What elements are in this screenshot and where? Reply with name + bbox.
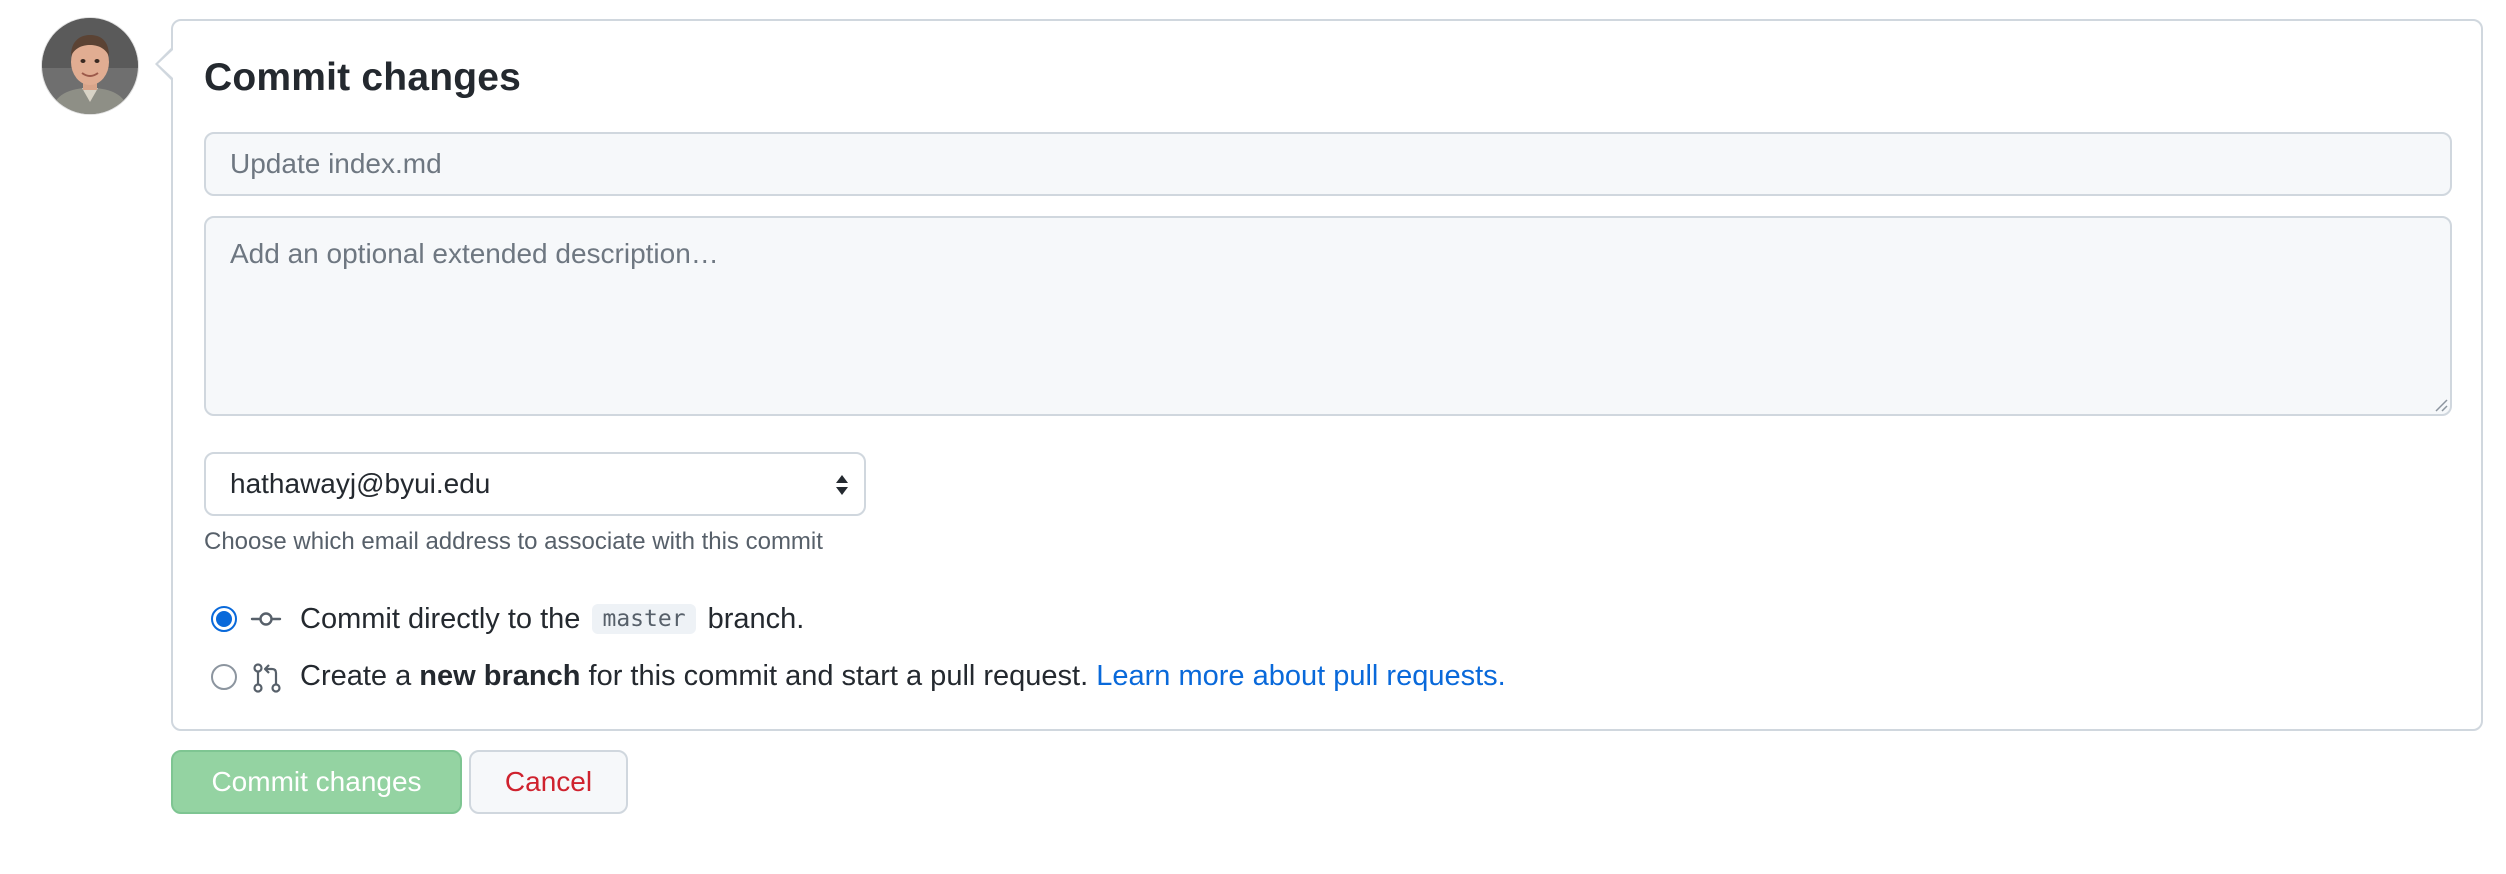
new-branch-radio[interactable] [211, 664, 237, 690]
email-help-text: Choose which email address to associate … [204, 528, 823, 555]
git-commit-icon [250, 612, 282, 626]
git-pull-request-icon [253, 663, 281, 693]
new-branch-text: Create a [300, 660, 412, 692]
commit-direct-text: Commit directly to the [300, 603, 581, 635]
email-select[interactable]: hathawayj@byui.edu [204, 452, 866, 516]
commit-direct-text-after: branch. [707, 603, 805, 635]
new-branch-bold: new branch [419, 660, 581, 692]
panel-caret-fill [158, 50, 173, 78]
select-arrows-icon [836, 475, 848, 495]
user-avatar-photo-icon [42, 18, 138, 114]
email-select-value: hathawayj@byui.edu [230, 468, 491, 499]
branch-name: master [592, 604, 696, 634]
new-branch-text-after: for this commit and start a pull request… [588, 660, 1089, 692]
commit-description-textarea[interactable] [204, 216, 2452, 416]
new-branch-label[interactable]: Create a new branch for this commit and … [300, 660, 1506, 693]
commit-direct-label[interactable]: Commit directly to the master branch. [300, 603, 804, 636]
resize-grip-icon[interactable] [2432, 396, 2448, 412]
commit-changes-button[interactable]: Commit changes [171, 750, 462, 814]
commit-direct-radio[interactable] [211, 606, 237, 632]
cancel-button[interactable]: Cancel [469, 750, 628, 814]
avatar[interactable] [42, 18, 138, 114]
page-title: Commit changes [204, 56, 522, 99]
commit-summary-input[interactable] [204, 132, 2452, 196]
pull-request-help-link[interactable]: Learn more about pull requests. [1096, 660, 1505, 692]
